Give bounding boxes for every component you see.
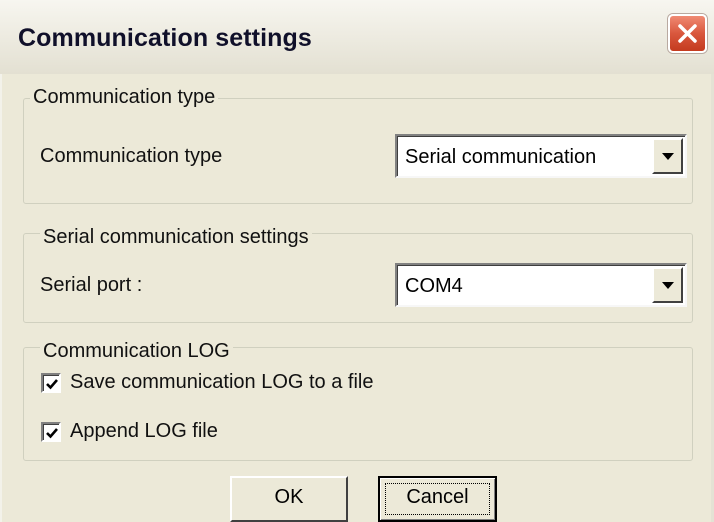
serial-settings-group-legend: Serial communication settings: [40, 225, 312, 249]
communication-type-selected-value: Serial communication: [405, 146, 597, 168]
window-title: Communication settings: [18, 24, 312, 52]
ok-button[interactable]: OK: [230, 476, 348, 522]
cancel-button[interactable]: Cancel: [378, 476, 497, 522]
close-x-icon: [678, 24, 697, 43]
checkmark-icon: [46, 379, 58, 390]
window-left-border: [0, 74, 2, 522]
communication-settings-dialog: Communication settings Communication typ…: [0, 0, 714, 522]
cancel-button-label: Cancel: [406, 486, 469, 508]
checkmark-icon: [46, 428, 58, 439]
save-log-label[interactable]: Save communication LOG to a file: [70, 370, 373, 394]
communication-type-label: Communication type: [40, 145, 223, 167]
serial-port-label: Serial port :: [40, 274, 143, 296]
append-log-label[interactable]: Append LOG file: [70, 419, 218, 443]
communication-type-dropdown-button[interactable]: [652, 138, 683, 174]
serial-port-select[interactable]: COM4: [395, 263, 687, 307]
title-bar[interactable]: Communication settings: [0, 0, 714, 74]
chevron-down-icon: [662, 282, 674, 289]
append-log-checkbox[interactable]: [41, 422, 61, 442]
communication-type-select[interactable]: Serial communication: [395, 134, 687, 178]
chevron-down-icon: [662, 153, 674, 160]
communication-log-group: [23, 347, 693, 461]
save-log-checkbox[interactable]: [41, 373, 61, 393]
communication-log-group-legend: Communication LOG: [40, 339, 233, 363]
close-button[interactable]: [668, 14, 707, 53]
communication-type-group-legend: Communication type: [30, 85, 219, 109]
serial-port-dropdown-button[interactable]: [652, 267, 683, 303]
serial-port-selected-value: COM4: [405, 275, 463, 297]
